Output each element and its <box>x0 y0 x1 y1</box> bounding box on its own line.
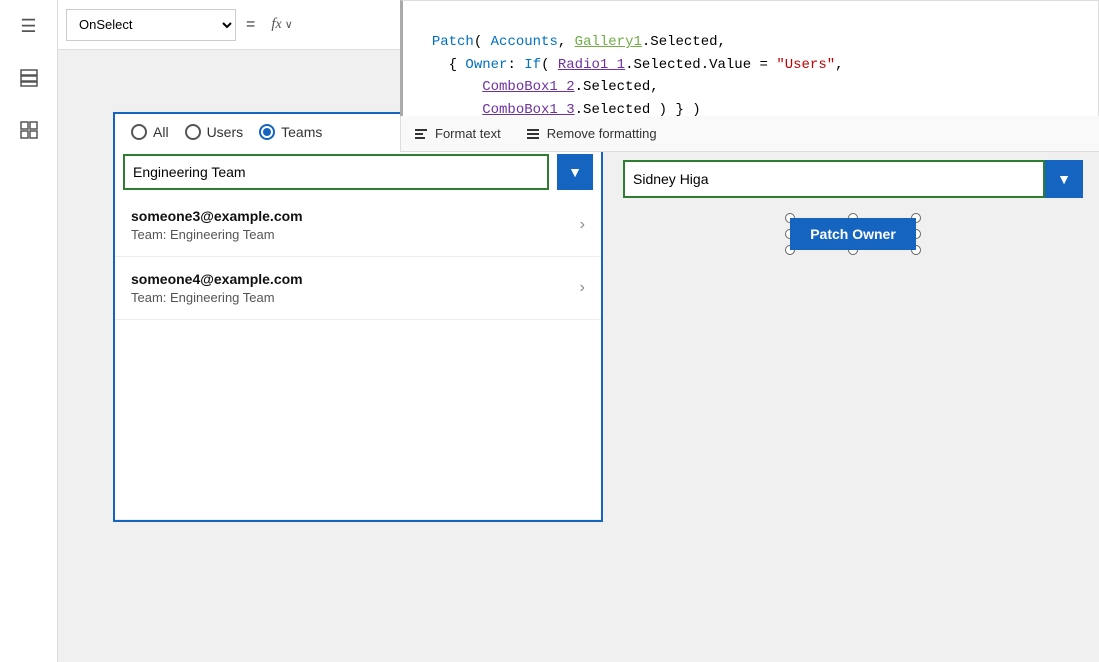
equals-sign: = <box>242 16 259 34</box>
format-text-icon <box>413 126 429 142</box>
components-icon[interactable] <box>13 114 45 146</box>
patch-owner-wrapper: Patch Owner <box>790 218 916 250</box>
remove-formatting-button[interactable]: Remove formatting <box>525 126 657 142</box>
dropdown-left-chevron: ▼ <box>568 164 582 180</box>
left-panel: All Users Teams ▼ someone3@example.com T… <box>113 112 603 522</box>
format-bar: Format text Remove formatting <box>400 116 1099 152</box>
code-radio: Radio1_1 <box>558 57 625 73</box>
patch-owner-button[interactable]: Patch Owner <box>790 218 916 250</box>
gallery-item-1-email: someone3@example.com <box>131 208 303 224</box>
radio-teams-label: Teams <box>281 124 322 140</box>
code-if: If <box>524 57 541 73</box>
code-accounts: Accounts <box>491 34 558 50</box>
left-sidebar: ☰ <box>0 0 58 662</box>
dropdown-right-button[interactable]: ▼ <box>1045 160 1083 198</box>
gallery-item-2-info: someone4@example.com Team: Engineering T… <box>131 271 303 305</box>
hamburger-icon[interactable]: ☰ <box>13 10 45 42</box>
code-owner: Owner <box>465 57 507 73</box>
format-text-label: Format text <box>435 126 501 141</box>
gallery-item-1-info: someone3@example.com Team: Engineering T… <box>131 208 303 242</box>
fx-chevron: ∨ <box>285 18 293 31</box>
gallery-item-2-email: someone4@example.com <box>131 271 303 287</box>
radio-all-circle <box>131 124 147 140</box>
radio-users-left[interactable]: Users <box>185 124 244 140</box>
dropdown-right-row: ▼ <box>623 160 1083 198</box>
gallery-item-1[interactable]: someone3@example.com Team: Engineering T… <box>115 194 601 257</box>
sidney-higa-dropdown[interactable] <box>623 160 1045 198</box>
code-gallery1: Gallery1 <box>575 34 642 50</box>
gallery-item-1-team: Team: Engineering Team <box>131 227 303 242</box>
gallery-item-2[interactable]: someone4@example.com Team: Engineering T… <box>115 257 601 320</box>
gallery-item-1-chevron: › <box>580 216 585 234</box>
fx-button[interactable]: fx ∨ <box>265 12 298 37</box>
radio-teams-circle <box>259 124 275 140</box>
radio-teams-left[interactable]: Teams <box>259 124 322 140</box>
dropdown-row-left: ▼ <box>115 150 601 194</box>
format-text-button[interactable]: Format text <box>413 126 501 142</box>
engineering-team-dropdown[interactable] <box>123 154 549 190</box>
layers-icon[interactable] <box>13 62 45 94</box>
radio-all-label: All <box>153 124 169 140</box>
formula-select[interactable]: OnSelect <box>66 9 236 41</box>
radio-users-label: Users <box>207 124 244 140</box>
gallery-empty-row <box>115 320 601 520</box>
code-users-str: "Users" <box>776 57 835 73</box>
radio-all[interactable]: All <box>131 124 169 140</box>
remove-formatting-label: Remove formatting <box>547 126 657 141</box>
gallery-item-2-team: Team: Engineering Team <box>131 290 303 305</box>
remove-format-icon <box>525 126 541 142</box>
radio-users-circle <box>185 124 201 140</box>
gallery-item-2-chevron: › <box>580 279 585 297</box>
code-patch: Patch <box>432 34 474 50</box>
dropdown-left-button[interactable]: ▼ <box>557 154 593 190</box>
dropdown-right-chevron: ▼ <box>1057 171 1071 187</box>
code-combobox2: ComboBox1_2 <box>482 79 574 95</box>
code-overlay: Patch( Accounts, Gallery1.Selected, { Ow… <box>400 0 1099 120</box>
patch-owner-container: Patch Owner <box>623 218 1083 250</box>
